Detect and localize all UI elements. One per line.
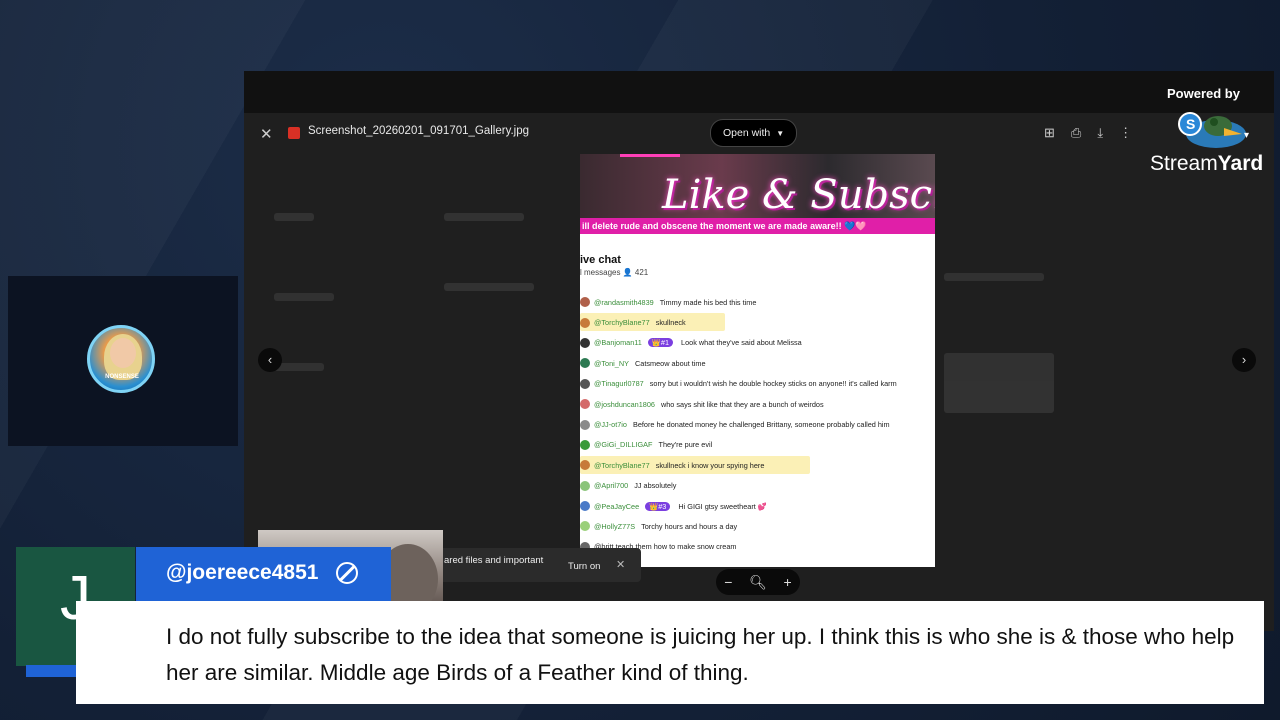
streamyard-logo-icon: S ▾ (1178, 112, 1249, 148)
close-icon[interactable]: ✕ (260, 125, 273, 143)
wordmark-stream: Stream (1150, 152, 1218, 175)
ban-icon (336, 562, 358, 584)
chat-text: They're pure evil (658, 440, 713, 450)
chat-username: @JJ-ot7io (594, 420, 627, 430)
previous-arrow-icon[interactable]: ‹ (258, 348, 282, 372)
notification-bar: ared files and important Turn on ✕ (430, 548, 641, 582)
chat-message: @Tinagurl0787 sorry but i wouldn't wish h… (580, 374, 935, 394)
chat-avatar (580, 501, 590, 512)
banner-title: Like & Subscri (662, 172, 935, 218)
chat-avatar (580, 419, 590, 430)
stream-banner: Like & Subscri ill delete rude and obsce… (580, 154, 935, 234)
chat-username: @Tinagurl0787 (594, 379, 644, 389)
chat-text: skullneck (655, 318, 686, 328)
chat-username: @TorchyBlane77 (594, 318, 650, 328)
chat-avatar (580, 358, 590, 369)
chat-badge: 👑#1 (647, 338, 674, 348)
file-name: Screenshot_20260201_091701_Gallery.jpg (308, 125, 530, 137)
chat-username: @GiGi_DILLIGAF (594, 440, 653, 450)
chat-text: Before he donated money he challenged Br… (632, 420, 890, 430)
chat-text: Torchy hours and hours a day (641, 521, 738, 531)
image-file-icon (288, 127, 300, 139)
chat-list: @randasmith4839 Timmy made his bed this t… (580, 292, 935, 557)
chat-avatar (580, 317, 590, 328)
chat-text: sorry but i wouldn't wish he double hock… (649, 379, 897, 389)
chat-username: @TorchyBlane77 (594, 460, 650, 470)
zoom-in-icon[interactable]: + (783, 574, 791, 590)
chat-text: Look what they've said about Melissa (681, 338, 802, 348)
chat-username: @joshduncan1806 (594, 399, 655, 409)
download-icon[interactable]: ⤓ (1097, 125, 1103, 141)
open-with-label: Open with (723, 127, 771, 139)
chat-message: @Toni_NY Catsmeow about time (580, 353, 935, 373)
powered-by-label: Powered by (1167, 86, 1240, 101)
dropdown-caret-icon: ▼ (776, 129, 785, 138)
comment-box: I do not fully subscribe to the idea tha… (76, 601, 1264, 704)
chat-message: @GiGi_DILLIGAF They're pure evil (580, 435, 935, 455)
next-arrow-icon[interactable]: › (1232, 348, 1256, 372)
chat-message: @PeaJayCee 👑#3 Hi GIGI gtsy sweetheart 💕 (580, 496, 935, 516)
guest-avatar: NONSENSE (87, 325, 155, 393)
chat-avatar (580, 337, 590, 348)
comment-text: I do not fully subscribe to the idea tha… (166, 624, 1235, 685)
chat-message: @Banjoman11 👑#1 Look what they've said abo… (580, 333, 935, 353)
chat-avatar (580, 480, 590, 491)
chat-username: @Banjoman11 (594, 338, 642, 348)
chat-text: Hi GIGI gtsy sweetheart 💕 (678, 501, 767, 511)
svg-text:▾: ▾ (1244, 130, 1249, 141)
chat-text: Timmy made his bed this time (659, 297, 757, 307)
chat-text: JJ absolutely (634, 481, 677, 491)
more-vert-icon[interactable]: ⋮ (1119, 125, 1132, 141)
chat-username: @Toni_NY (594, 358, 629, 368)
notification-text: ared files and important (444, 555, 544, 566)
avatar-label: NONSENSE (105, 374, 139, 380)
chat-message: @TorchyBlane77 skullneck (580, 312, 935, 332)
chat-avatar (580, 439, 590, 450)
file-viewer-bar: ✕ Screenshot_20260201_091701_Gallery.jpg… (244, 113, 1274, 153)
chat-message: @JJ-ot7io Before he donated money he chal… (580, 414, 935, 434)
commenter-username: @joereece4851 (166, 561, 319, 584)
chat-message: @randasmith4839 Timmy made his bed this t… (580, 292, 935, 312)
chat-message: @joshduncan1806 who says shit like that t… (580, 394, 935, 414)
screen-topbar (244, 71, 1274, 113)
screenshot-image: Like & Subscri ill delete rude and obsce… (580, 154, 935, 567)
chat-username: @HollyZ77S (594, 521, 636, 531)
chat-username: @randasmith4839 (594, 297, 654, 307)
chat-message: @TorchyBlane77 skullneck i know your spyi… (580, 455, 935, 475)
chat-username: @PeaJayCee (594, 501, 640, 511)
add-comment-icon[interactable]: ⊞ (1044, 125, 1055, 141)
zoom-out-icon[interactable]: − (724, 574, 732, 590)
open-with-button[interactable]: Open with ▼ (710, 119, 798, 147)
print-icon[interactable]: ⎙ (1071, 125, 1081, 141)
zoom-controls: − 🔍︎ + (716, 569, 800, 595)
chat-text: who says shit like that they are a bunch… (660, 399, 824, 409)
close-icon[interactable]: ✕ (616, 558, 625, 571)
wordmark-yard: Yard (1217, 152, 1264, 175)
chat-avatar (580, 297, 590, 308)
turn-on-button[interactable]: Turn on (568, 561, 600, 572)
chat-message: @April700 JJ absolutely (580, 476, 935, 496)
chat-avatar (580, 521, 590, 532)
chat-message: @HollyZ77S Torchy hours and hours a day (580, 516, 935, 536)
avatar-face (110, 338, 136, 368)
chat-text: skullneck i know your spying here (655, 460, 765, 470)
magnifier-icon[interactable]: 🔍︎ (749, 574, 767, 591)
streamyard-wordmark: StreamYard (1150, 152, 1263, 176)
commenter-name-tag: @joereece4851 (136, 547, 391, 601)
chat-avatar (580, 378, 590, 389)
live-chat-title: ive chat (580, 254, 621, 266)
banner-accent (620, 154, 680, 157)
live-chat-subtitle: l messages 👤 421 (580, 268, 649, 277)
svg-text:S: S (1186, 116, 1195, 132)
chat-username: @April700 (594, 481, 629, 491)
viewer-toolbar: ⊞ ⎙ ⤓ ⋮ (1044, 125, 1132, 141)
chat-text: Catsmeow about time (635, 358, 706, 368)
banner-ticker: ill delete rude and obscene the moment w… (580, 218, 935, 234)
chat-avatar (580, 399, 590, 410)
chat-badge: 👑#3 (645, 501, 671, 511)
